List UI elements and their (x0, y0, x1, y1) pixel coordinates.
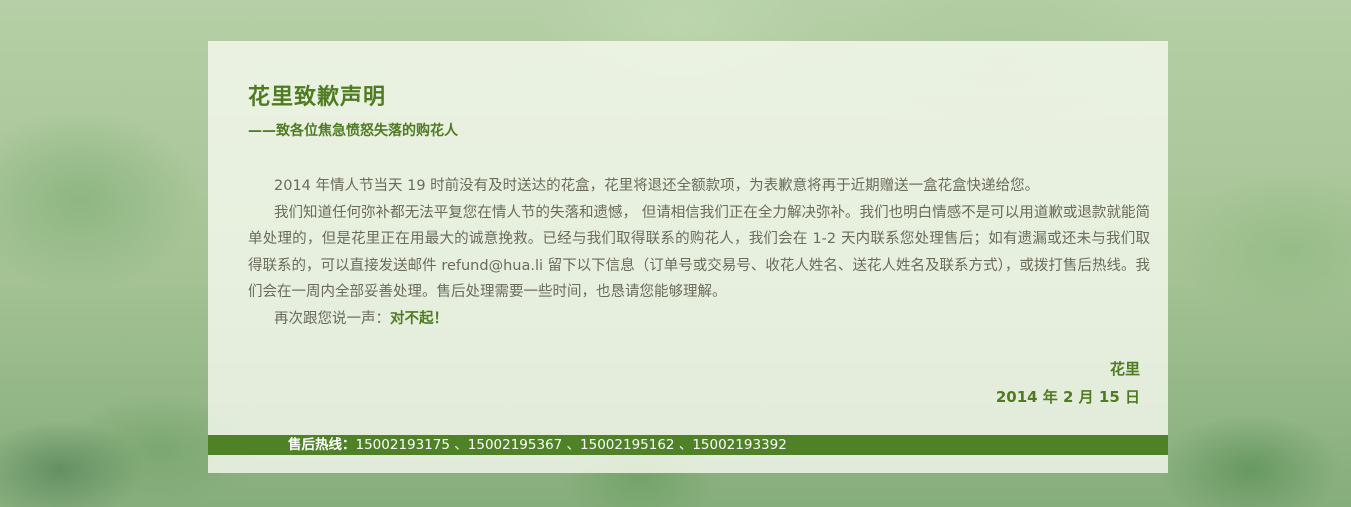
signature-block: 花里 2014 年 2 月 15 日 (996, 355, 1140, 411)
notice-title: 花里致歉声明 (248, 85, 387, 110)
notice-paragraph-refund: 2014 年情人节当天 19 时前没有及时送达的花盒，花里将退还全额款项，为表歉… (274, 178, 1040, 194)
apology-notice-panel: 花里致歉声明 ——致各位焦急愤怒失落的购花人 2014 年情人节当天 19 时前… (208, 41, 1168, 473)
hotline-numbers: 15002193175 、15002195367 、15002195162 、1… (355, 437, 787, 453)
hotline-bar: 售后热线：15002193175 、15002195367 、150021951… (208, 435, 1168, 455)
notice-body: 2014 年情人节当天 19 时前没有及时送达的花盒，花里将退还全额款项，为表歉… (248, 173, 1150, 332)
notice-paragraph-closing: 再次跟您说一声：对不起！ (248, 306, 1150, 333)
notice-paragraph-details: 我们知道任何弥补都无法平复您在情人节的失落和遗憾， 但请相信我们正在全力解决弥补… (248, 204, 1150, 301)
hotline-label: 售后热线： (288, 437, 356, 453)
closing-prefix: 再次跟您说一声： (274, 310, 390, 327)
closing-apology: 对不起！ (390, 310, 448, 327)
signature-name: 花里 (1109, 360, 1140, 378)
hotline-content: 售后热线：15002193175 、15002195367 、150021951… (288, 435, 787, 455)
notice-subtitle: ——致各位焦急愤怒失落的购花人 (248, 123, 458, 139)
signature-date: 2014 年 2 月 15 日 (995, 388, 1140, 406)
